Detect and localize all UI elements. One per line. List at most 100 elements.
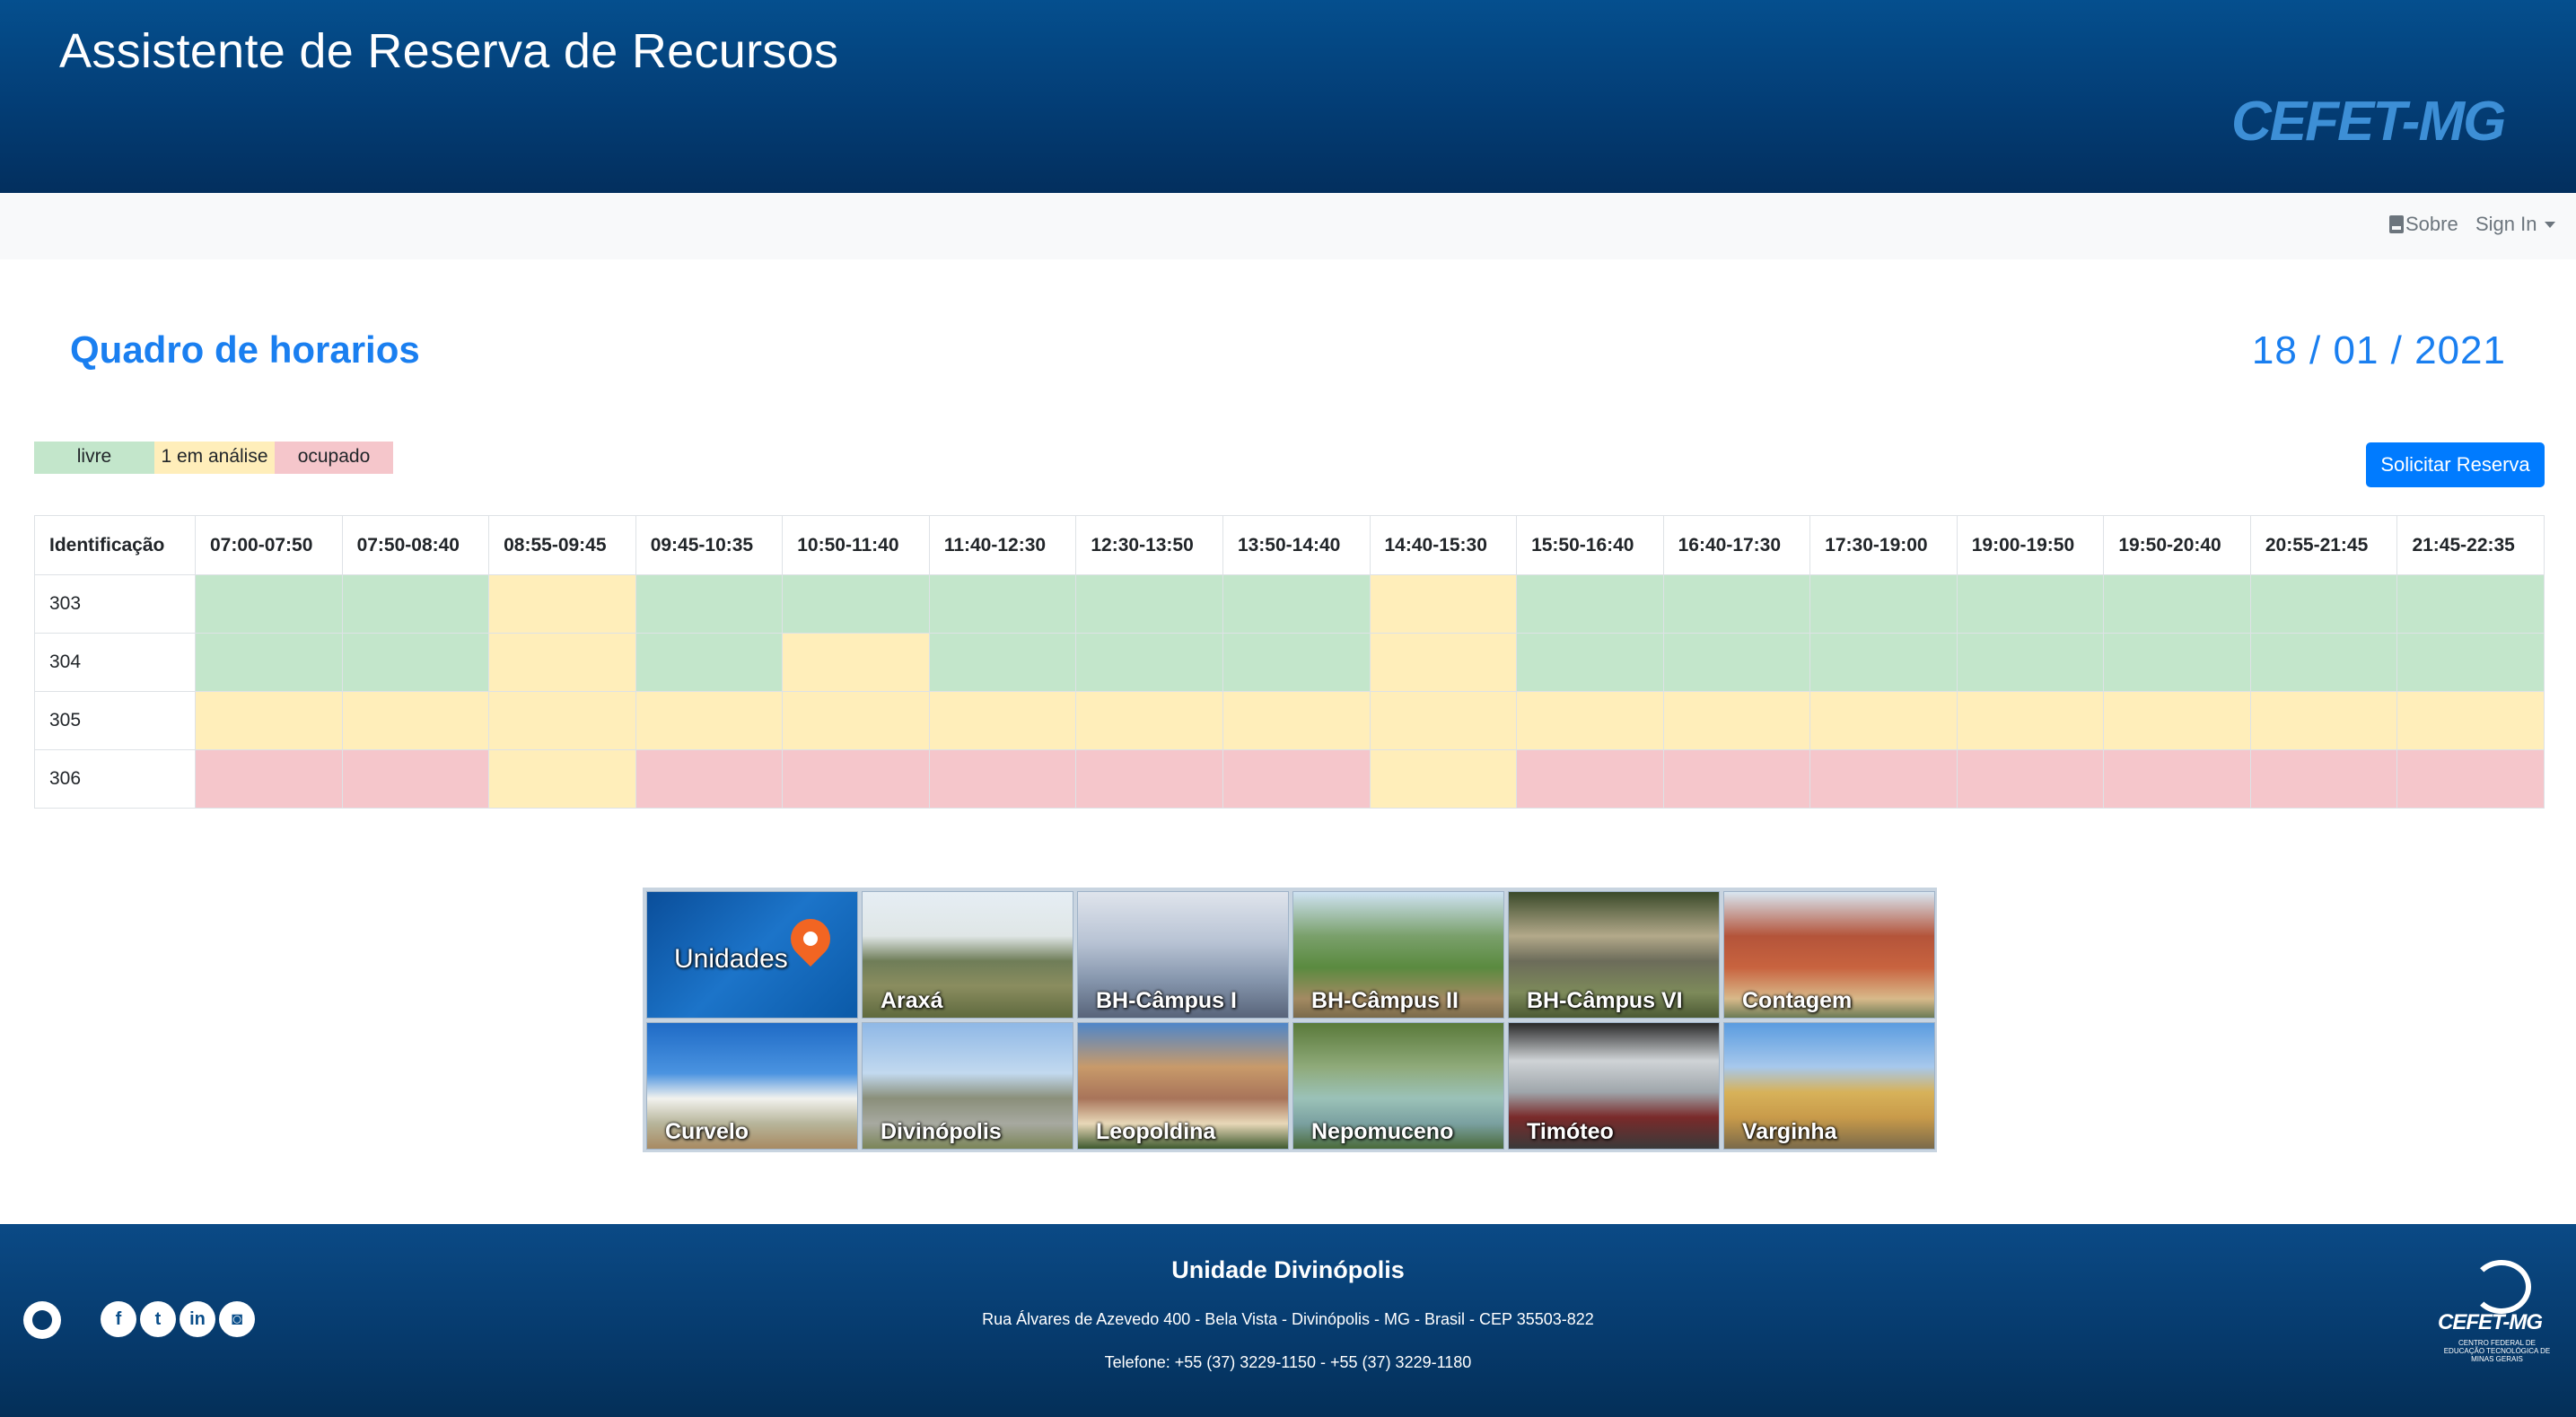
slot-cell-review[interactable] — [782, 691, 930, 750]
campus-tile-label: BH-Câmpus I — [1096, 988, 1237, 1013]
slot-cell-busy[interactable] — [1809, 749, 1958, 809]
slot-cell-free[interactable] — [635, 633, 784, 692]
slot-cell-free[interactable] — [1516, 633, 1664, 692]
slot-cell-free[interactable] — [1956, 574, 2105, 634]
slot-cell-free[interactable] — [1809, 633, 1958, 692]
page-title: Quadro de horarios — [70, 328, 420, 371]
slot-cell-review[interactable] — [1222, 691, 1371, 750]
slot-cell-free[interactable] — [341, 574, 490, 634]
slot-cell-free[interactable] — [782, 574, 930, 634]
slot-cell-busy[interactable] — [1075, 749, 1223, 809]
cefet-logo[interactable]: CEFET-MG — [2231, 90, 2506, 153]
slot-cell-free[interactable] — [341, 633, 490, 692]
slot-cell-free[interactable] — [1662, 574, 1811, 634]
slot-cell-free[interactable] — [1516, 574, 1664, 634]
slot-cell-free[interactable] — [2103, 574, 2251, 634]
slot-cell-busy[interactable] — [1956, 749, 2105, 809]
slot-cell-review[interactable] — [488, 574, 636, 634]
campus-tile-curvelo[interactable]: Curvelo — [646, 1022, 858, 1150]
slot-cell-busy[interactable] — [635, 749, 784, 809]
footer-logo-text: CEFET-MG — [2438, 1310, 2543, 1334]
slot-cell-review[interactable] — [1369, 691, 1518, 750]
slot-cell-review[interactable] — [1369, 633, 1518, 692]
slot-cell-review[interactable] — [488, 749, 636, 809]
campus-tile-leopoldina[interactable]: Leopoldina — [1077, 1022, 1289, 1150]
nav-about-label: Sobre — [2405, 213, 2458, 235]
slot-cell-free[interactable] — [635, 574, 784, 634]
campus-tile-varginha[interactable]: Varginha — [1723, 1022, 1935, 1150]
schedule-date[interactable]: 18 / 01 / 2021 — [2252, 328, 2506, 373]
slot-cell-free[interactable] — [1956, 633, 2105, 692]
campus-tile-label: Unidades — [674, 944, 788, 974]
campus-tile-timoteo[interactable]: Timóteo — [1508, 1022, 1720, 1150]
campus-tile-divinopolis[interactable]: Divinópolis — [862, 1022, 1073, 1150]
campus-tile-araxa[interactable]: Araxá — [862, 891, 1073, 1019]
slot-cell-free[interactable] — [2249, 633, 2398, 692]
slot-cell-busy[interactable] — [195, 749, 343, 809]
slot-cell-free[interactable] — [928, 633, 1077, 692]
slot-cell-review[interactable] — [1662, 691, 1811, 750]
slot-cell-review[interactable] — [2249, 691, 2398, 750]
request-reservation-button[interactable]: Solicitar Reserva — [2366, 442, 2545, 487]
campus-tile-bh2[interactable]: BH-Câmpus II — [1292, 891, 1504, 1019]
caret-down-icon — [2544, 221, 2555, 228]
slot-cell-free[interactable] — [1222, 574, 1371, 634]
campus-tile-units[interactable]: Unidades — [646, 891, 858, 1019]
campus-tile-bh1[interactable]: BH-Câmpus I — [1077, 891, 1289, 1019]
slot-cell-free[interactable] — [928, 574, 1077, 634]
nav-signin-dropdown[interactable]: Sign In — [2475, 213, 2555, 236]
slot-cell-busy[interactable] — [928, 749, 1077, 809]
slot-cell-review[interactable] — [488, 633, 636, 692]
slot-cell-busy[interactable] — [782, 749, 930, 809]
slot-cell-review[interactable] — [1075, 691, 1223, 750]
slot-cell-busy[interactable] — [1662, 749, 1811, 809]
slot-cell-review[interactable] — [635, 691, 784, 750]
slot-cell-review[interactable] — [2103, 691, 2251, 750]
nav-about-link[interactable]: Sobre — [2389, 213, 2458, 236]
campus-tile-label: BH-Câmpus VI — [1527, 988, 1683, 1013]
nav-signin-label: Sign In — [2475, 213, 2537, 235]
table-row: 304 — [34, 633, 2545, 692]
campus-tile-nepomuceno[interactable]: Nepomuceno — [1292, 1022, 1504, 1150]
slot-cell-review[interactable] — [2396, 691, 2545, 750]
slot-cell-free[interactable] — [2103, 633, 2251, 692]
column-header-slot: 13:50-14:40 — [1222, 515, 1371, 575]
footer-logo: CEFET-MG CENTRO FEDERAL DE EDUCAÇÃO TECN… — [2438, 1260, 2551, 1377]
campus-tile-contagem[interactable]: Contagem — [1723, 891, 1935, 1019]
slot-cell-review[interactable] — [1809, 691, 1958, 750]
room-id-cell: 305 — [34, 691, 196, 750]
slot-cell-free[interactable] — [195, 574, 343, 634]
slot-cell-busy[interactable] — [1516, 749, 1664, 809]
slot-cell-review[interactable] — [1369, 749, 1518, 809]
slot-cell-free[interactable] — [1075, 574, 1223, 634]
slot-cell-busy[interactable] — [2249, 749, 2398, 809]
slot-cell-review[interactable] — [782, 633, 930, 692]
slot-cell-busy[interactable] — [2103, 749, 2251, 809]
slot-cell-review[interactable] — [195, 691, 343, 750]
status-legend: livre 1 em análise ocupado — [34, 442, 393, 474]
slot-cell-review[interactable] — [928, 691, 1077, 750]
slot-cell-busy[interactable] — [341, 749, 490, 809]
slot-cell-free[interactable] — [2249, 574, 2398, 634]
campus-tile-bh6[interactable]: BH-Câmpus VI — [1508, 891, 1720, 1019]
campus-tile-label: Araxá — [881, 988, 943, 1013]
slot-cell-review[interactable] — [1516, 691, 1664, 750]
column-header-slot: 20:55-21:45 — [2249, 515, 2398, 575]
slot-cell-review[interactable] — [488, 691, 636, 750]
slot-cell-free[interactable] — [1662, 633, 1811, 692]
slot-cell-review[interactable] — [341, 691, 490, 750]
campus-tile-label: Curvelo — [665, 1119, 749, 1144]
campus-tile-label: Contagem — [1742, 988, 1853, 1013]
slot-cell-busy[interactable] — [1222, 749, 1371, 809]
slot-cell-review[interactable] — [1369, 574, 1518, 634]
slot-cell-free[interactable] — [1075, 633, 1223, 692]
slot-cell-busy[interactable] — [2396, 749, 2545, 809]
slot-cell-free[interactable] — [2396, 574, 2545, 634]
column-header-slot: 09:45-10:35 — [635, 515, 784, 575]
slot-cell-free[interactable] — [1809, 574, 1958, 634]
campus-tile-label: BH-Câmpus II — [1311, 988, 1459, 1013]
slot-cell-free[interactable] — [1222, 633, 1371, 692]
slot-cell-free[interactable] — [2396, 633, 2545, 692]
slot-cell-review[interactable] — [1956, 691, 2105, 750]
slot-cell-free[interactable] — [195, 633, 343, 692]
